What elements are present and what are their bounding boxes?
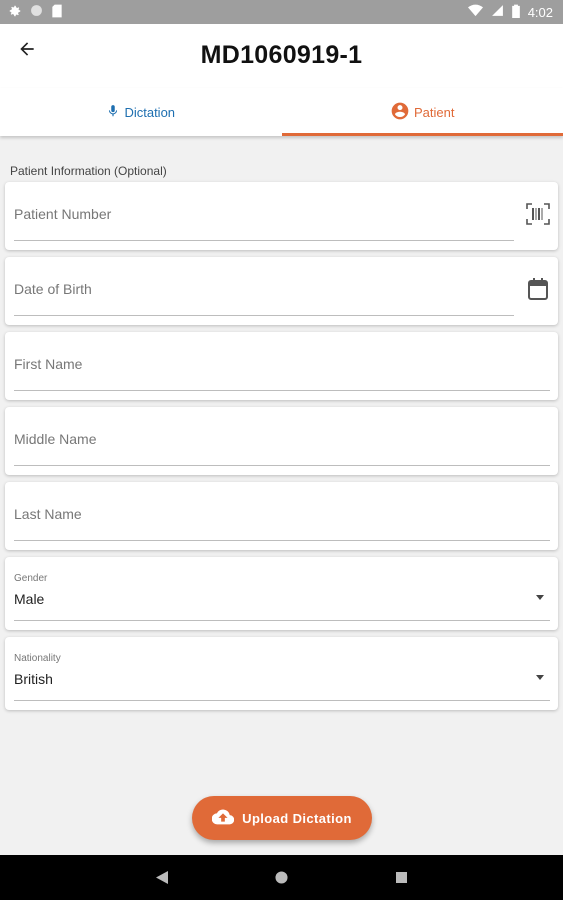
middle-name-placeholder: Middle Name — [14, 431, 97, 447]
tab-dictation[interactable]: Dictation — [0, 88, 282, 136]
status-right-icons: 4:02 — [467, 4, 553, 21]
back-triangle-icon[interactable] — [152, 868, 172, 888]
gender-dropdown[interactable]: Gender Male — [5, 557, 558, 630]
signal-icon — [491, 4, 504, 20]
section-label: Patient Information (Optional) — [10, 164, 167, 178]
date-of-birth-field[interactable]: Date of Birth — [5, 257, 558, 325]
sd-card-icon — [51, 4, 63, 21]
patient-number-placeholder: Patient Number — [14, 206, 112, 222]
patient-number-field[interactable]: Patient Number — [5, 182, 558, 250]
middle-name-field[interactable]: Middle Name — [5, 407, 558, 475]
settings-icon — [8, 4, 22, 21]
calendar-icon[interactable] — [526, 277, 550, 301]
nationality-label: Nationality — [14, 653, 61, 664]
tab-dictation-label: Dictation — [124, 104, 176, 120]
tab-patient[interactable]: Patient — [281, 88, 563, 136]
account-circle-icon — [390, 101, 410, 124]
date-of-birth-underline — [14, 315, 514, 316]
first-name-field[interactable]: First Name — [5, 332, 558, 400]
nationality-dropdown[interactable]: Nationality British — [5, 637, 558, 710]
first-name-placeholder: First Name — [14, 356, 83, 372]
recents-square-icon[interactable] — [392, 868, 412, 888]
mic-icon — [106, 102, 120, 123]
last-name-placeholder: Last Name — [14, 506, 82, 522]
first-name-underline — [14, 390, 550, 391]
app-bar: MD1060919-1 — [0, 24, 563, 88]
chevron-down-icon[interactable] — [536, 595, 544, 600]
gender-value: Male — [14, 591, 45, 607]
nationality-underline — [14, 700, 550, 701]
patient-number-underline — [14, 240, 514, 241]
page-title: MD1060919-1 — [200, 41, 363, 69]
middle-name-underline — [14, 465, 550, 466]
gender-underline — [14, 620, 550, 621]
upload-dictation-label: Upload Dictation — [242, 810, 352, 826]
circle-icon — [30, 4, 43, 20]
battery-icon — [511, 4, 520, 21]
tab-patient-label: Patient — [414, 104, 455, 120]
status-time: 4:02 — [527, 4, 553, 20]
barcode-scan-icon[interactable] — [526, 202, 550, 226]
nationality-value: British — [14, 671, 53, 687]
upload-dictation-button[interactable]: Upload Dictation — [192, 796, 372, 840]
date-of-birth-placeholder: Date of Birth — [14, 281, 92, 297]
cloud-upload-icon — [211, 809, 235, 828]
gender-label: Gender — [14, 573, 48, 584]
tab-bar: Dictation Patient — [0, 88, 563, 136]
last-name-field[interactable]: Last Name — [5, 482, 558, 550]
chevron-down-icon[interactable] — [536, 675, 544, 680]
status-left-icons — [8, 4, 63, 21]
home-circle-icon[interactable] — [272, 868, 292, 888]
last-name-underline — [14, 540, 550, 541]
status-bar: 4:02 — [0, 0, 563, 24]
system-nav-bar — [0, 855, 563, 900]
wifi-icon — [467, 4, 483, 20]
